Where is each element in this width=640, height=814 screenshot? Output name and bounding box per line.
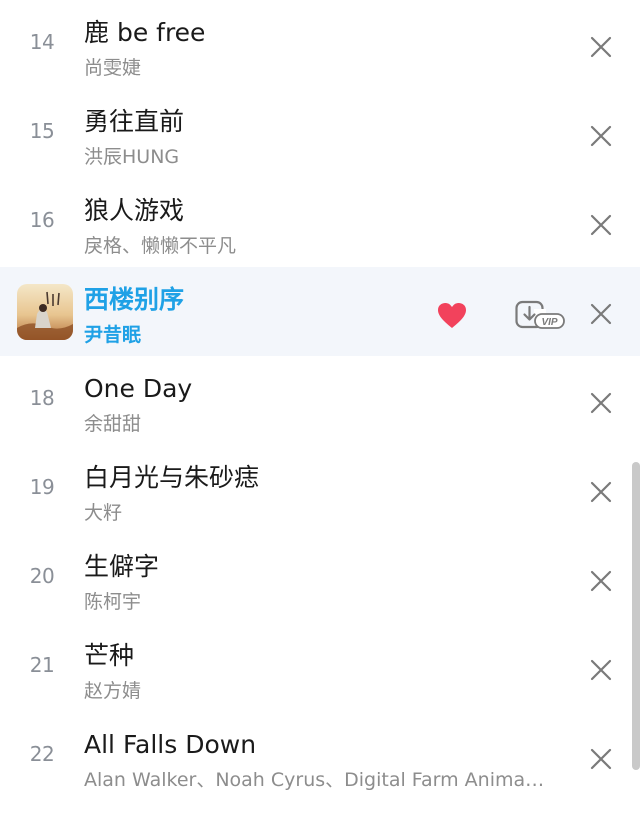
close-icon[interactable]: [590, 570, 612, 592]
song-artist: 尹昔眠: [84, 324, 142, 346]
heart-icon[interactable]: [437, 302, 467, 330]
download-vip-icon[interactable]: VIP: [514, 299, 566, 333]
song-row-22[interactable]: 22 All Falls Down Alan Walker、Noah Cyrus…: [0, 712, 640, 801]
playlist: 14 鹿 be free 尚雯婕 15 勇往直前 洪辰HUNG 16 狼人游戏 …: [0, 0, 640, 801]
close-icon[interactable]: [590, 748, 612, 770]
song-row-16[interactable]: 16 狼人游戏 戾格、懒懒不平凡: [0, 178, 640, 267]
close-icon[interactable]: [590, 392, 612, 414]
song-title: 西楼别序: [84, 285, 185, 314]
song-row-20[interactable]: 20 生僻字 陈柯宇: [0, 534, 640, 623]
song-row-21[interactable]: 21 芒种 赵方婧: [0, 623, 640, 712]
album-cover: [17, 284, 73, 340]
track-number: 15: [29, 119, 55, 143]
song-title: 勇往直前: [84, 107, 185, 136]
close-icon[interactable]: [590, 481, 612, 503]
song-row-19[interactable]: 19 白月光与朱砂痣 大籽: [0, 445, 640, 534]
scrollbar[interactable]: [632, 462, 640, 770]
song-artist: 陈柯宇: [84, 591, 142, 613]
track-number: 19: [29, 475, 55, 499]
track-number: 18: [29, 386, 55, 410]
song-row-18[interactable]: 18 One Day 余甜甜: [0, 356, 640, 445]
close-icon[interactable]: [590, 125, 612, 147]
track-number: 22: [29, 742, 55, 766]
track-number: 16: [29, 208, 55, 232]
track-number: 14: [29, 30, 55, 54]
song-artist: Alan Walker、Noah Cyrus、Digital Farm Anim…: [84, 769, 545, 791]
song-artist: 尚雯婕: [84, 57, 142, 79]
song-title: 生僻字: [84, 552, 160, 581]
vip-badge-label: VIP: [541, 317, 557, 328]
track-number: 21: [29, 653, 55, 677]
song-row-14[interactable]: 14 鹿 be free 尚雯婕: [0, 0, 640, 89]
song-title: 白月光与朱砂痣: [84, 463, 260, 492]
song-title: 狼人游戏: [84, 196, 185, 225]
song-artist: 大籽: [84, 502, 123, 524]
song-title: 鹿 be free: [84, 18, 206, 47]
close-icon[interactable]: [590, 303, 612, 325]
song-title: All Falls Down: [84, 730, 257, 759]
close-icon[interactable]: [590, 659, 612, 681]
song-title: 芒种: [84, 641, 135, 670]
song-artist: 戾格、懒懒不平凡: [84, 235, 237, 257]
track-number: 20: [29, 564, 55, 588]
song-artist: 余甜甜: [84, 413, 142, 435]
close-icon[interactable]: [590, 214, 612, 236]
song-row-15[interactable]: 15 勇往直前 洪辰HUNG: [0, 89, 640, 178]
close-icon[interactable]: [590, 36, 612, 58]
song-artist: 赵方婧: [84, 680, 142, 702]
song-artist: 洪辰HUNG: [84, 146, 180, 168]
song-title: One Day: [84, 374, 193, 403]
